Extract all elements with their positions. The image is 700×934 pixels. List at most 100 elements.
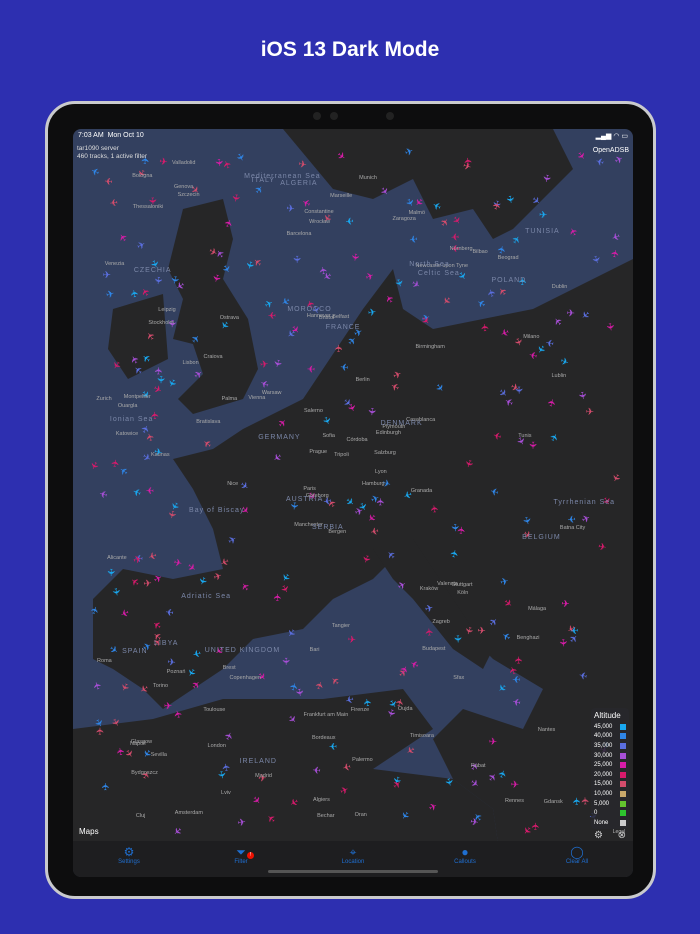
aircraft-icon[interactable]: ✈ (511, 780, 520, 791)
aircraft-icon[interactable]: ✈ (439, 293, 453, 307)
aircraft-icon[interactable]: ✈ (567, 225, 581, 238)
home-indicator[interactable] (268, 870, 438, 873)
aircraft-icon[interactable]: ✈ (367, 307, 377, 319)
aircraft-icon[interactable]: ✈ (477, 626, 486, 637)
aircraft-icon[interactable]: ✈ (173, 557, 183, 570)
aircraft-icon[interactable]: ✈ (312, 763, 321, 775)
tab-clear-all[interactable]: ◯ Clear All (547, 845, 607, 877)
aircraft-icon[interactable]: ✈ (90, 164, 102, 177)
aircraft-icon[interactable]: ✈ (526, 441, 537, 450)
aircraft-icon[interactable]: ✈ (117, 680, 131, 693)
aircraft-icon[interactable]: ✈ (146, 484, 155, 495)
aircraft-icon[interactable]: ✈ (165, 605, 175, 617)
aircraft-icon[interactable]: ✈ (286, 203, 295, 215)
aircraft-icon[interactable]: ✈ (139, 285, 153, 298)
aircraft-icon[interactable]: ✈ (567, 512, 577, 524)
aircraft-icon[interactable]: ✈ (574, 150, 588, 163)
aircraft-icon[interactable]: ✈ (185, 561, 198, 575)
aircraft-icon[interactable]: ✈ (340, 360, 350, 372)
aircraft-icon[interactable]: ✈ (168, 275, 180, 285)
aircraft-icon[interactable]: ✈ (297, 159, 307, 171)
aircraft-icon[interactable]: ✈ (334, 344, 345, 353)
aircraft-icon[interactable]: ✈ (610, 249, 622, 259)
aircraft-icon[interactable]: ✈ (329, 740, 338, 751)
aircraft-icon[interactable]: ✈ (364, 271, 376, 284)
aircraft-icon[interactable]: ✈ (151, 383, 164, 397)
aircraft-icon[interactable]: ✈ (279, 657, 290, 665)
aircraft-icon[interactable]: ✈ (512, 673, 521, 684)
aircraft-icon[interactable]: ✈ (569, 624, 579, 636)
aircraft-icon[interactable]: ✈ (154, 366, 165, 375)
aircraft-icon[interactable]: ✈ (221, 762, 233, 772)
aircraft-icon[interactable]: ✈ (402, 197, 416, 209)
aircraft-icon[interactable]: ✈ (117, 230, 131, 243)
aircraft-icon[interactable]: ✈ (424, 627, 436, 636)
aircraft-icon[interactable]: ✈ (293, 688, 305, 698)
aircraft-icon[interactable]: ✈ (539, 210, 548, 222)
aircraft-icon[interactable]: ✈ (260, 359, 269, 371)
aircraft-icon[interactable]: ✈ (409, 278, 422, 292)
aircraft-icon[interactable]: ✈ (329, 673, 343, 687)
aircraft-icon[interactable]: ✈ (105, 289, 116, 302)
aircraft-icon[interactable]: ✈ (109, 195, 119, 207)
aircraft-icon[interactable]: ✈ (301, 195, 313, 209)
aircraft-icon[interactable]: ✈ (164, 701, 173, 712)
aircraft-icon[interactable]: ✈ (253, 184, 267, 197)
aircraft-icon[interactable]: ✈ (561, 599, 570, 611)
aircraft-icon[interactable]: ✈ (514, 656, 525, 665)
aircraft-icon[interactable]: ✈ (270, 358, 283, 369)
aircraft-icon[interactable]: ✈ (92, 680, 105, 691)
aircraft-icon[interactable]: ✈ (480, 323, 492, 332)
aircraft-icon[interactable]: ✈ (102, 270, 111, 281)
tab-settings[interactable]: ⚙ Settings (99, 845, 159, 877)
aircraft-icon[interactable]: ✈ (586, 407, 594, 418)
gear-icon[interactable]: ⚙ (594, 830, 603, 841)
aircraft-icon[interactable]: ✈ (469, 817, 479, 829)
aircraft-icon[interactable]: ✈ (201, 436, 214, 450)
aircraft-icon[interactable]: ✈ (451, 635, 462, 644)
aircraft-icon[interactable]: ✈ (408, 232, 418, 244)
aircraft-icon[interactable]: ✈ (151, 276, 163, 286)
aircraft-icon[interactable]: ✈ (212, 158, 224, 168)
aircraft-icon[interactable]: ✈ (314, 680, 327, 692)
aircraft-icon[interactable]: ✈ (87, 459, 101, 471)
aircraft-icon[interactable]: ✈ (495, 680, 509, 694)
aircraft-icon[interactable]: ✈ (173, 708, 186, 719)
aircraft-icon[interactable]: ✈ (237, 817, 247, 829)
aircraft-icon[interactable]: ✈ (347, 635, 356, 647)
aircraft-icon[interactable]: ✈ (345, 214, 354, 226)
aircraft-icon[interactable]: ✈ (131, 485, 143, 498)
aircraft-icon[interactable]: ✈ (595, 154, 606, 167)
aircraft-icon[interactable]: ✈ (489, 737, 498, 748)
aircraft-icon[interactable]: ✈ (110, 459, 122, 469)
aircraft-icon[interactable]: ✈ (307, 362, 316, 373)
aircraft-icon[interactable]: ✈ (566, 308, 575, 319)
aircraft-icon[interactable]: ✈ (129, 288, 141, 298)
aircraft-icon[interactable]: ✈ (98, 487, 109, 500)
aircraft-icon[interactable]: ✈ (167, 657, 176, 669)
aircraft-icon[interactable]: ✈ (457, 526, 469, 535)
aircraft-icon[interactable]: ✈ (365, 407, 377, 416)
legal-link[interactable]: Legal (613, 829, 625, 835)
aircraft-icon[interactable]: ✈ (409, 656, 421, 670)
aircraft-icon[interactable]: ✈ (165, 509, 178, 519)
aircraft-icon[interactable]: ✈ (450, 230, 459, 241)
aircraft-icon[interactable]: ✈ (259, 376, 271, 389)
aircraft-icon[interactable]: ✈ (104, 568, 115, 577)
aircraft-icon[interactable]: ✈ (290, 255, 301, 263)
aircraft-icon[interactable]: ✈ (439, 216, 453, 229)
aircraft-icon[interactable]: ✈ (159, 156, 169, 168)
aircraft-icon[interactable]: ✈ (449, 214, 463, 227)
aircraft-icon[interactable]: ✈ (135, 239, 148, 253)
aircraft-icon[interactable]: ✈ (609, 229, 621, 242)
aircraft-icon[interactable]: ✈ (429, 504, 441, 514)
aircraft-icon[interactable]: ✈ (318, 265, 330, 275)
aircraft-icon[interactable]: ✈ (556, 638, 568, 647)
tab-filter[interactable]: ⏷! Filter (211, 845, 271, 877)
map[interactable]: ✈ ✈ ✈ ✈ ✈ ✈ ✈ ✈ ✈ ✈ ✈ ✈ ✈ ✈ ✈ ✈ ✈ ✈ ✈ ✈ ✈ ✈ ✈ ✈ ✈ ✈ ✈ ✈ ✈ ✈ ✈ ✈ ✈ ✈ ✈ ✈ ✈ ✈ ✈ ✈… (73, 129, 633, 877)
aircraft-icon[interactable]: ✈ (510, 234, 524, 247)
aircraft-icon[interactable]: ✈ (475, 296, 488, 310)
aircraft-icon[interactable]: ✈ (376, 497, 387, 506)
aircraft-icon[interactable]: ✈ (463, 156, 475, 165)
aircraft-icon[interactable]: ✈ (512, 695, 522, 708)
